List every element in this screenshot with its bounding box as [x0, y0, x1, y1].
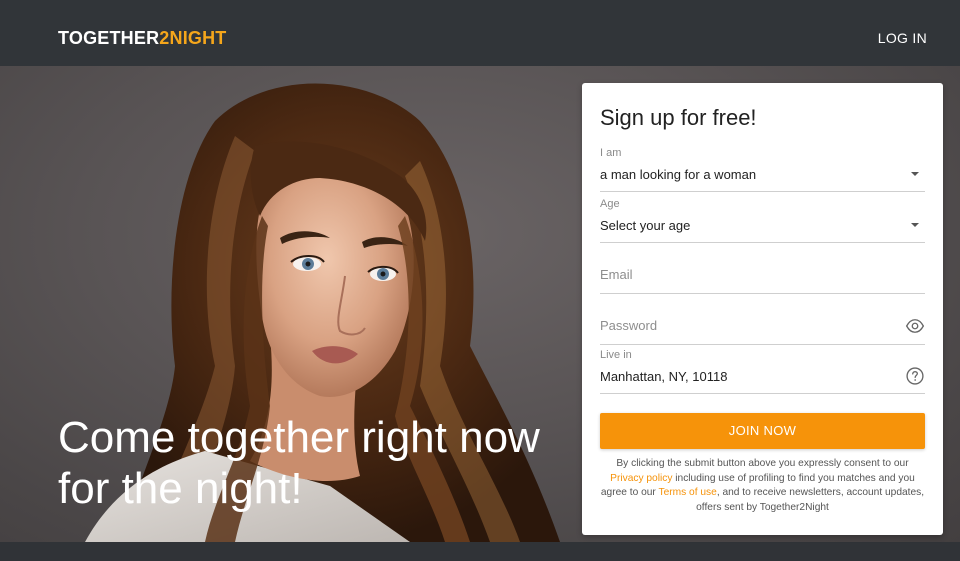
eye-icon[interactable] [905, 316, 925, 336]
live-in-label: Live in [600, 349, 632, 361]
legal-part1: By clicking the submit button above you … [616, 458, 909, 469]
i-am-label: I am [600, 147, 622, 159]
legal-text: By clicking the submit button above you … [596, 457, 929, 515]
footer-strip [0, 542, 960, 561]
logo-text-accent: 2NIGHT [159, 28, 227, 48]
password-placeholder: Password [600, 318, 658, 333]
privacy-policy-link[interactable]: Privacy policy [610, 473, 672, 484]
hero-headline: Come together right now for the night! [58, 412, 578, 514]
age-value: Select your age [600, 218, 691, 233]
signup-card: Sign up for free! I am a man looking for… [582, 83, 943, 535]
age-label: Age [600, 198, 620, 210]
caret-down-icon [911, 172, 919, 176]
age-select[interactable]: Age Select your age [600, 196, 925, 243]
help-circle-icon[interactable] [905, 366, 925, 386]
join-now-button[interactable]: JOIN NOW [600, 413, 925, 449]
top-header: TOGETHER2NIGHT LOG IN [0, 0, 960, 66]
i-am-value: a man looking for a woman [600, 167, 757, 182]
email-placeholder: Email [600, 267, 633, 282]
terms-of-use-link[interactable]: Terms of use [658, 487, 716, 498]
password-field[interactable]: Password [600, 298, 925, 345]
live-in-field[interactable]: Live in Manhattan, NY, 10118 [600, 349, 925, 394]
brand-logo[interactable]: TOGETHER2NIGHT [58, 27, 227, 49]
logo-text-main: TOGETHER [58, 28, 160, 48]
live-in-value: Manhattan, NY, 10118 [600, 369, 728, 384]
hero-headline-line1: Come together right now [58, 413, 540, 462]
legal-part3: , and to receive newsletters, account up… [696, 487, 925, 513]
signup-title: Sign up for free! [600, 105, 757, 130]
login-link[interactable]: LOG IN [878, 30, 927, 46]
email-field[interactable]: Email [600, 247, 925, 294]
caret-down-icon [911, 223, 919, 227]
i-am-select[interactable]: I am a man looking for a woman [600, 145, 925, 192]
hero-headline-line2: for the night! [58, 464, 303, 513]
